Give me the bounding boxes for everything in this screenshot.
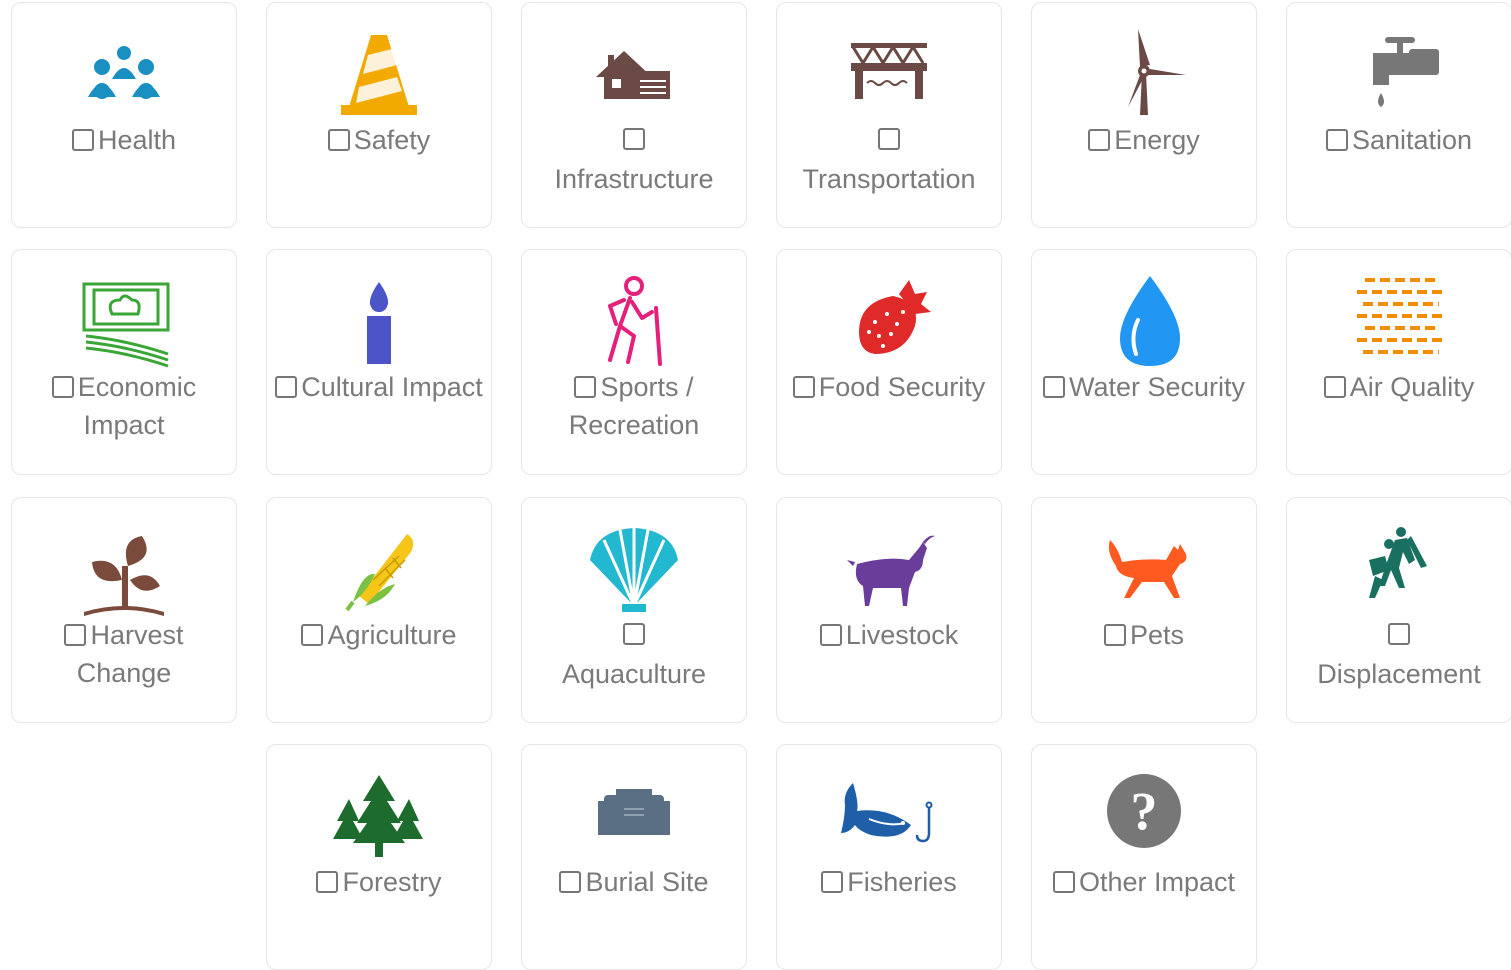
cultural-impact-label: Cultural Impact bbox=[301, 372, 483, 402]
air-quality-label: Air Quality bbox=[1349, 372, 1475, 402]
harvest-change-checkbox[interactable] bbox=[64, 624, 87, 646]
water-security-label: Water Security bbox=[1068, 372, 1246, 402]
bridge-icon bbox=[839, 25, 939, 125]
shell-icon bbox=[584, 520, 684, 620]
strawberry-icon bbox=[839, 272, 939, 372]
transportation-checkbox[interactable] bbox=[878, 128, 900, 150]
category-card-infrastructure[interactable]: Infrastructure bbox=[521, 2, 747, 228]
water-drop-icon bbox=[1094, 272, 1194, 372]
category-card-displacement[interactable]: Displacement bbox=[1286, 497, 1511, 723]
category-card-food-security[interactable]: Food Security bbox=[776, 249, 1002, 475]
category-card-other-impact[interactable]: ? Other Impact bbox=[1031, 744, 1257, 970]
house-icon bbox=[584, 25, 684, 125]
fish-icon bbox=[839, 767, 939, 867]
food-security-checkbox[interactable] bbox=[792, 376, 815, 398]
aquaculture-label: Aquaculture bbox=[561, 659, 707, 689]
pets-checkbox[interactable] bbox=[1103, 624, 1126, 646]
corn-icon bbox=[329, 520, 429, 620]
health-label: Health bbox=[97, 125, 177, 155]
category-card-pets[interactable]: Pets bbox=[1031, 497, 1257, 723]
money-icon bbox=[74, 272, 174, 372]
fisheries-checkbox[interactable] bbox=[821, 871, 844, 893]
safety-checkbox[interactable] bbox=[327, 129, 350, 151]
food-security-label: Food Security bbox=[818, 372, 986, 402]
category-card-aquaculture[interactable]: Aquaculture bbox=[521, 497, 747, 723]
category-card-fisheries[interactable]: Fisheries bbox=[776, 744, 1002, 970]
livestock-label: Livestock bbox=[845, 620, 959, 650]
forestry-label: Forestry bbox=[342, 867, 442, 897]
category-card-forestry[interactable]: Forestry bbox=[266, 744, 492, 970]
health-people-icon bbox=[74, 25, 174, 125]
category-card-transportation[interactable]: Transportation bbox=[776, 2, 1002, 228]
category-card-health[interactable]: Health bbox=[11, 2, 237, 228]
question-icon: ? bbox=[1094, 767, 1194, 867]
traffic-cone-icon bbox=[329, 25, 429, 125]
air-quality-checkbox[interactable] bbox=[1323, 376, 1346, 398]
economic-impact-label: Economic Impact bbox=[77, 372, 197, 440]
sports-recreation-checkbox[interactable] bbox=[574, 376, 597, 398]
agriculture-checkbox[interactable] bbox=[301, 624, 324, 646]
safety-label: Safety bbox=[353, 125, 431, 155]
category-card-agriculture[interactable]: Agriculture bbox=[266, 497, 492, 723]
energy-label: Energy bbox=[1114, 125, 1200, 155]
refugees-icon bbox=[1349, 520, 1449, 620]
water-security-checkbox[interactable] bbox=[1042, 376, 1065, 398]
goat-icon bbox=[839, 520, 939, 620]
harvest-change-label: Harvest Change bbox=[76, 620, 184, 688]
cultural-impact-checkbox[interactable] bbox=[275, 376, 298, 398]
category-card-harvest-change[interactable]: Harvest Change bbox=[11, 497, 237, 723]
faucet-icon bbox=[1349, 25, 1449, 125]
energy-checkbox[interactable] bbox=[1088, 129, 1111, 151]
category-card-water-security[interactable]: Water Security bbox=[1031, 249, 1257, 475]
category-card-sanitation[interactable]: Sanitation bbox=[1286, 2, 1511, 228]
hiker-icon bbox=[584, 272, 684, 372]
category-card-safety[interactable]: Safety bbox=[266, 2, 492, 228]
livestock-checkbox[interactable] bbox=[819, 624, 842, 646]
economic-impact-checkbox[interactable] bbox=[51, 376, 74, 398]
candle-icon bbox=[329, 272, 429, 372]
air-lines-icon bbox=[1349, 272, 1449, 372]
aquaculture-checkbox[interactable] bbox=[623, 623, 645, 645]
category-card-energy[interactable]: Energy bbox=[1031, 2, 1257, 228]
category-card-cultural-impact[interactable]: Cultural Impact bbox=[266, 249, 492, 475]
tomb-icon bbox=[584, 767, 684, 867]
other-impact-label: Other Impact bbox=[1078, 867, 1236, 897]
transportation-label: Transportation bbox=[802, 164, 976, 194]
infrastructure-label: Infrastructure bbox=[554, 164, 714, 194]
burial-site-checkbox[interactable] bbox=[559, 871, 582, 893]
category-card-air-quality[interactable]: Air Quality bbox=[1286, 249, 1511, 475]
infrastructure-checkbox[interactable] bbox=[623, 128, 645, 150]
sanitation-label: Sanitation bbox=[1351, 125, 1473, 155]
category-card-sports-recreation[interactable]: Sports / Recreation bbox=[521, 249, 747, 475]
category-card-economic-impact[interactable]: Economic Impact bbox=[11, 249, 237, 475]
category-card-livestock[interactable]: Livestock bbox=[776, 497, 1002, 723]
category-card-burial-site[interactable]: Burial Site bbox=[521, 744, 747, 970]
dog-icon bbox=[1094, 520, 1194, 620]
agriculture-label: Agriculture bbox=[327, 620, 457, 650]
health-checkbox[interactable] bbox=[71, 129, 94, 151]
displacement-checkbox[interactable] bbox=[1388, 623, 1410, 645]
plant-icon bbox=[74, 520, 174, 620]
displacement-label: Displacement bbox=[1317, 659, 1481, 689]
burial-site-label: Burial Site bbox=[585, 867, 709, 897]
wind-turbine-icon bbox=[1094, 25, 1194, 125]
trees-icon bbox=[329, 767, 429, 867]
fisheries-label: Fisheries bbox=[847, 867, 957, 897]
svg-text:?: ? bbox=[1131, 781, 1158, 841]
pets-label: Pets bbox=[1129, 620, 1185, 650]
other-impact-checkbox[interactable] bbox=[1052, 871, 1075, 893]
forestry-checkbox[interactable] bbox=[316, 871, 339, 893]
sanitation-checkbox[interactable] bbox=[1325, 129, 1348, 151]
